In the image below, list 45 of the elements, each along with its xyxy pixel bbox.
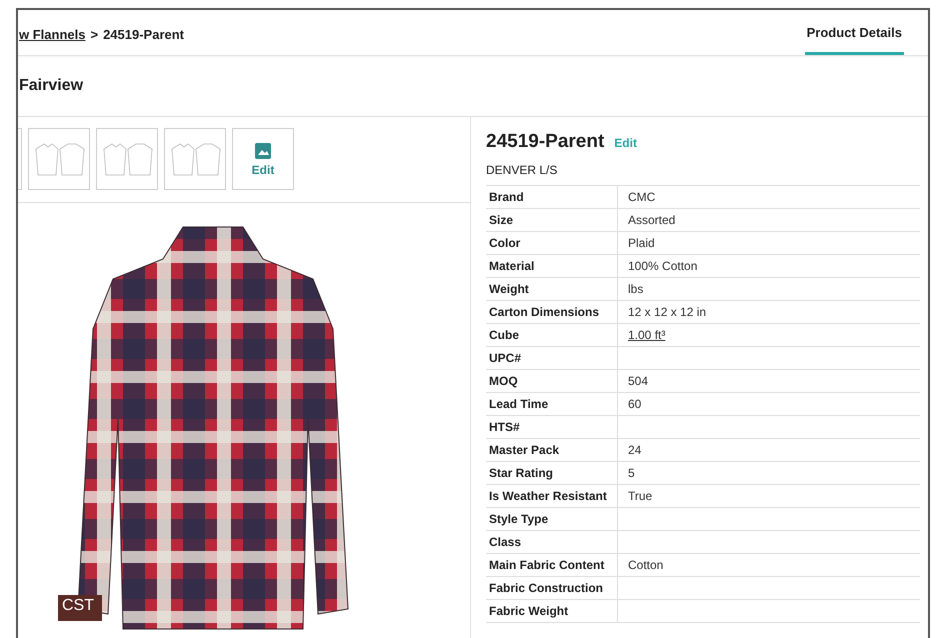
attribute-label: Cube — [486, 324, 618, 346]
product-subtitle: DENVER L/S — [486, 163, 558, 177]
cst-badge: CST — [58, 595, 102, 621]
attribute-label: Carton Dimensions — [486, 301, 618, 323]
attribute-label: Size — [486, 209, 618, 231]
attribute-value: 5 — [628, 466, 635, 480]
tab[interactable]: Product Details — [804, 13, 904, 55]
breadcrumb-current: 24519-Parent — [103, 26, 184, 42]
breadcrumb-link[interactable]: w Flannels — [19, 26, 86, 42]
attribute-label: UPC# — [486, 347, 618, 369]
attribute-value: 12 x 12 x 12 in — [628, 305, 706, 319]
attribute-value: 504 — [628, 374, 648, 388]
attribute-label: Fabric Weight — [486, 600, 618, 622]
attribute-value: Plaid — [628, 236, 655, 250]
attribute-label: Color — [486, 232, 618, 254]
attribute-value: 100% Cotton — [628, 259, 698, 273]
attribute-value: 60 — [628, 397, 642, 411]
attribute-label: Is Weather Resistant — [486, 485, 618, 507]
sketch-thumbnail[interactable] — [96, 128, 158, 190]
attribute-label: HTS# — [486, 416, 618, 438]
attribute-label: Fabric Construction — [486, 577, 618, 599]
sketch-thumbnail[interactable] — [164, 128, 226, 190]
attribute-label: Weight — [486, 278, 618, 300]
attribute-value: lbs — [628, 282, 644, 296]
attribute-label: Class — [486, 531, 618, 553]
attribute-label: Master Pack — [486, 439, 618, 461]
attribute-value: True — [628, 489, 652, 503]
breadcrumb-separator: > — [90, 26, 98, 42]
attribute-label: Lead Time — [486, 393, 618, 415]
attribute-value: Assorted — [628, 213, 676, 227]
attribute-label: Material — [486, 255, 618, 277]
attribute-value: Cotton — [628, 558, 664, 572]
page-title: Fairview — [19, 77, 84, 95]
attribute-label: Style Type — [486, 508, 618, 530]
attribute-label: MOQ — [486, 370, 618, 392]
attribute-label: Main Fabric Content — [486, 554, 618, 576]
attribute-value: CMC — [628, 190, 656, 204]
attribute-link[interactable]: 1.00 ft³ — [628, 328, 666, 342]
edit-image-button[interactable]: Edit — [232, 128, 294, 190]
attribute-label: Brand — [486, 186, 618, 208]
attribute-label: Star Rating — [486, 462, 618, 484]
product-title: 24519-Parent — [486, 131, 604, 153]
image-icon — [254, 142, 272, 160]
sketch-thumbnail[interactable] — [28, 128, 90, 190]
attribute-value: 24 — [628, 443, 642, 457]
